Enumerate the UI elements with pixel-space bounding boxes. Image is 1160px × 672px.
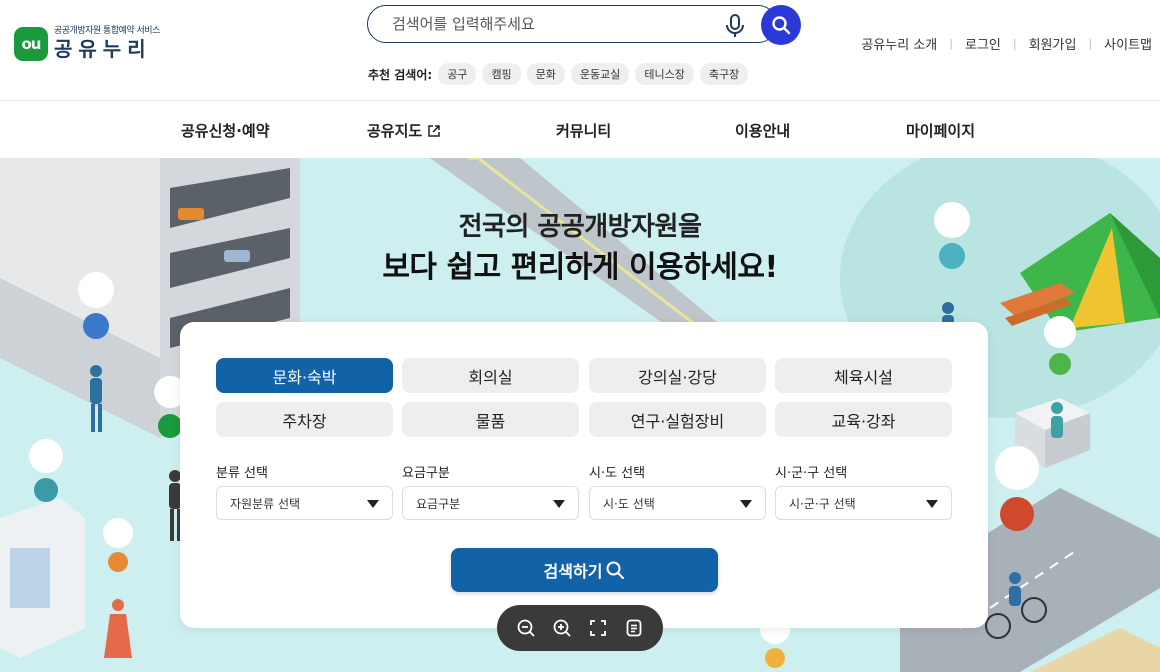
filter-label-fee: 요금구분 [402,466,450,481]
logo-subtitle: 공공개방자원 통합예약 서비스 [54,26,160,36]
utility-links: 공유누리 소개 | 로그인 | 회원가입 | 사이트맵 [861,34,1152,53]
resource-search-panel: 문화·숙박 회의실 강의실·강당 체육시설 주차장 물품 연구·실험장비 교육·… [180,322,988,628]
divider: | [1012,37,1017,50]
category-research-equipment[interactable]: 연구·실험장비 [589,402,766,437]
submit-search-button[interactable]: 검색하기 [451,548,718,592]
filter-label-category: 분류 선택 [216,466,268,481]
recommended-tag[interactable]: 축구장 [699,63,749,85]
recommended-tag[interactable]: 운동교실 [570,63,630,85]
district-select[interactable]: 시·군·구 선택 [775,486,952,520]
filter-label-province: 시·도 선택 [589,466,646,481]
recommended-tag[interactable]: 문화 [526,63,565,85]
dropdown-arrow-icon [553,500,565,508]
header: ou 공공개방자원 통합예약 서비스 공유누리 추천 검색어: 공구 캠핑 문화… [0,0,1160,100]
category-select[interactable]: 자원분류 선택 [216,486,393,520]
category-education[interactable]: 교육·강좌 [775,402,952,437]
site-logo[interactable]: ou 공공개방자원 통합예약 서비스 공유누리 [14,26,160,61]
login-link[interactable]: 로그인 [965,34,1001,53]
category-lecture-hall[interactable]: 강의실·강당 [589,358,766,393]
category-culture-lodging[interactable]: 문화·숙박 [216,358,393,393]
main-nav: 공유신청·예약 공유지도 커뮤니티 이용안내 마이페이지 [0,100,1160,159]
hero-banner: 전국의 공공개방자원을 보다 쉽고 편리하게 이용하세요! 문화·숙박 회의실 … [0,158,1160,672]
submit-search-label: 검색하기 [543,562,603,581]
province-select[interactable]: 시·도 선택 [589,486,766,520]
nav-item-community[interactable]: 커뮤니티 [556,120,611,141]
filter-label-district: 시·군·구 선택 [775,466,848,481]
fullscreen-icon[interactable] [587,617,609,639]
district-select-value: 시·군·구 선택 [789,496,856,511]
recommended-label: 추천 검색어: [368,67,433,82]
sitemap-link[interactable]: 사이트맵 [1104,34,1152,53]
logo-mark: ou [14,26,48,61]
search-icon [606,561,625,579]
nav-item-map-label: 공유지도 [367,122,423,140]
dropdown-arrow-icon [926,500,938,508]
external-link-icon [428,125,440,137]
zoom-out-icon[interactable] [515,617,537,639]
recommended-tag[interactable]: 공구 [438,63,477,85]
province-select-value: 시·도 선택 [603,496,655,511]
search-bar [367,5,801,47]
nav-item-mypage[interactable]: 마이페이지 [906,120,975,141]
category-select-value: 자원분류 선택 [230,496,301,511]
logo-name: 공유누리 [54,37,152,61]
dropdown-arrow-icon [740,500,752,508]
document-icon[interactable] [623,617,645,639]
nav-item-apply[interactable]: 공유신청·예약 [181,120,270,141]
logo-text: 공공개방자원 통합예약 서비스 공유누리 [54,26,160,61]
nav-item-map[interactable]: 공유지도 [367,120,440,141]
recommended-tag[interactable]: 캠핑 [482,63,521,85]
fee-select-value: 요금구분 [416,496,461,511]
zoom-toolbar [497,605,663,651]
category-parking[interactable]: 주차장 [216,402,393,437]
search-input[interactable] [367,5,777,43]
recommended-tag[interactable]: 테니스장 [635,63,694,85]
about-link[interactable]: 공유누리 소개 [861,34,937,53]
hero-headline-line1: 전국의 공공개방자원을 [458,212,702,242]
microphone-icon[interactable] [723,13,747,39]
fee-select[interactable]: 요금구분 [402,486,579,520]
divider: | [949,37,953,50]
search-button[interactable] [761,5,801,45]
search-icon [772,16,791,35]
nav-item-guide[interactable]: 이용안내 [735,120,790,141]
category-goods[interactable]: 물품 [402,402,579,437]
dropdown-arrow-icon [367,500,379,508]
zoom-in-icon[interactable] [551,617,573,639]
category-sports-facility[interactable]: 체육시설 [775,358,952,393]
signup-link[interactable]: 회원가입 [1029,34,1077,53]
recommended-searches: 추천 검색어: 공구 캠핑 문화 운동교실 테니스장 축구장 [368,63,754,85]
category-meeting-room[interactable]: 회의실 [402,358,579,393]
hero-headline-line2: 보다 쉽고 편리하게 이용하세요! [382,250,778,285]
divider: | [1088,37,1093,50]
